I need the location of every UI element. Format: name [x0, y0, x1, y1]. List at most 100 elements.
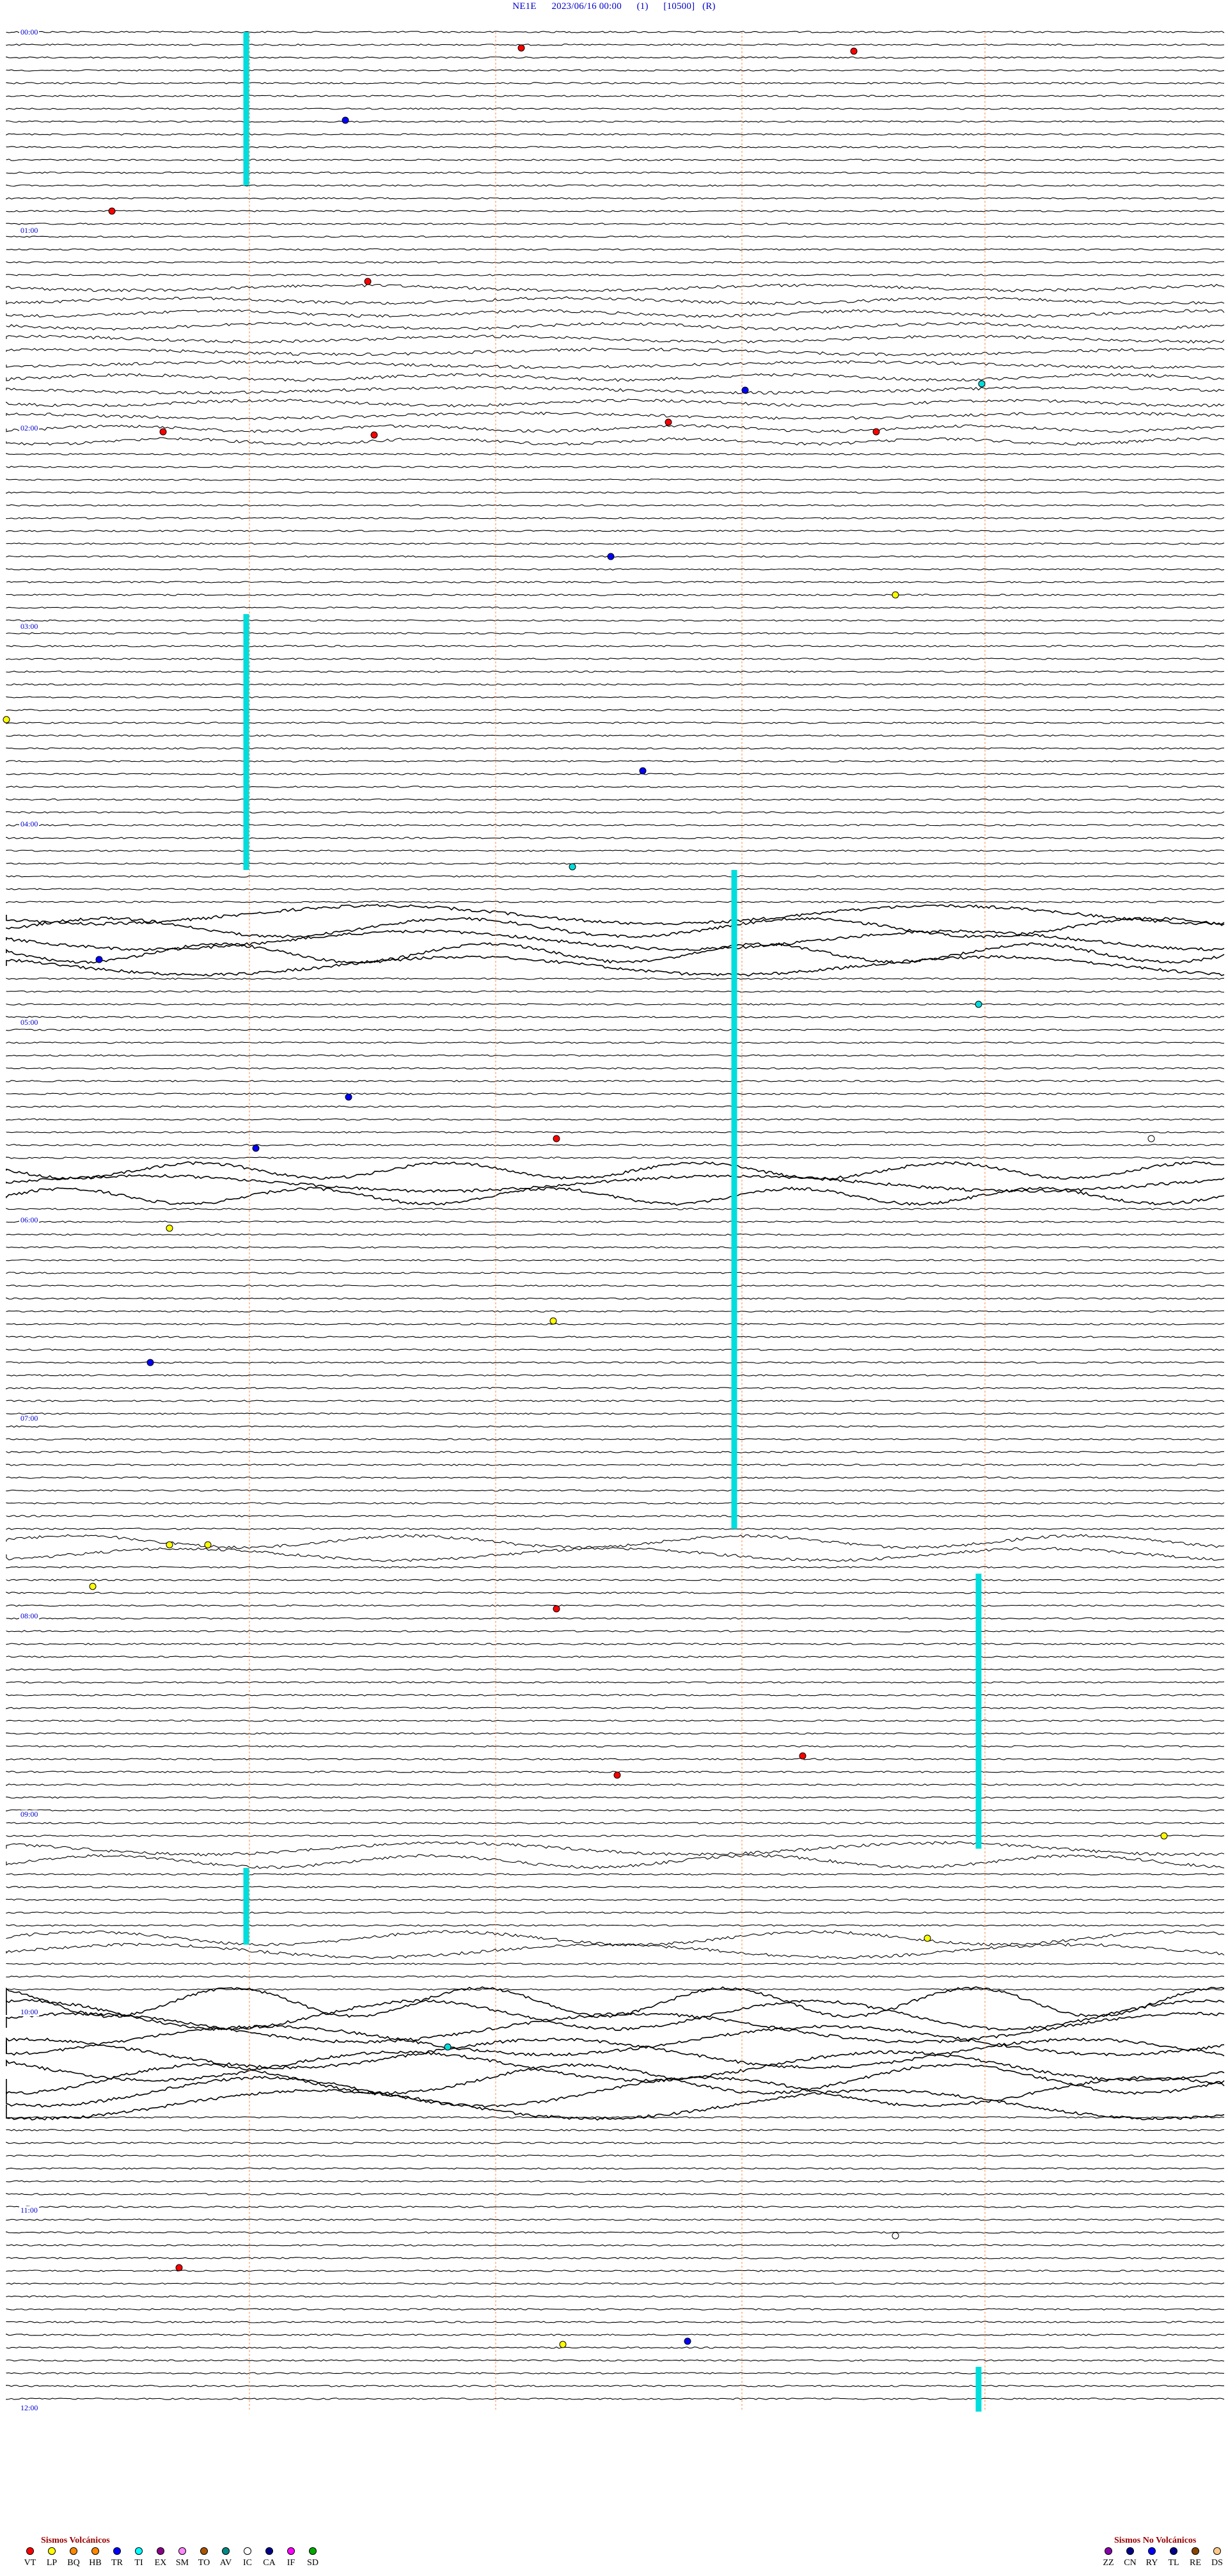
event-marker: [872, 428, 880, 436]
trace-row: [6, 1975, 1225, 1978]
trace-row: [6, 159, 1225, 161]
hour-label: 05:00: [19, 1017, 40, 1027]
trace-row: [6, 373, 1225, 382]
trace-row: [6, 1016, 1225, 1018]
trace-row: [6, 171, 1225, 174]
trace-row: [6, 2218, 1224, 2221]
trace-row: [6, 594, 1225, 596]
trace-row: [6, 2372, 1225, 2375]
legend-code: EX: [154, 2558, 167, 2568]
event-marker: [639, 767, 647, 775]
trace-row: [6, 683, 1225, 686]
legend-item-sd: SD: [302, 2547, 324, 2568]
trace-row: [6, 875, 1225, 878]
trace-row: [6, 1093, 1225, 1095]
event-marker: [975, 1000, 982, 1008]
trace-row: [6, 734, 1225, 737]
hour-label: 12:00: [19, 2403, 40, 2412]
trace-row: [6, 1592, 1225, 1594]
legend-dot-icon: [113, 2547, 121, 2555]
legend-item-vt: VT: [19, 2547, 41, 2568]
event-marker: [175, 2264, 183, 2272]
trace-row: [6, 606, 1225, 609]
trace-row: [6, 184, 1225, 187]
event-marker: [252, 1144, 260, 1152]
trace-row: [6, 1131, 1225, 1134]
trace-row: [6, 235, 1225, 238]
trace-row: [6, 1272, 1225, 1274]
legend-code: AV: [219, 2558, 232, 2568]
legend-code: RE: [1190, 2558, 1201, 2568]
trace-row: [6, 1374, 1225, 1377]
trace-row: [6, 1246, 1225, 1249]
legend-item-re: RE: [1185, 2547, 1206, 2568]
legend-dot-icon: [287, 2547, 295, 2555]
trace-row: [6, 760, 1225, 763]
legend-code: CN: [1124, 2558, 1137, 2568]
trace-layer: [6, 31, 1225, 2412]
trace-row: [6, 530, 1225, 532]
trace-row: [6, 146, 1225, 148]
trace-row: [6, 1310, 1225, 1313]
legend-code: CA: [263, 2558, 276, 2568]
trace-row: [6, 1854, 1225, 1869]
trace-row: [6, 1643, 1225, 1645]
trace-row: [6, 1476, 1225, 1479]
legend-item-ti: TI: [128, 2547, 150, 2568]
trace-row: [6, 283, 1225, 292]
trace-row: [6, 1400, 1225, 1402]
trace-row: [6, 1041, 1225, 1044]
trace-row: [6, 2308, 1224, 2311]
event-marker: [108, 207, 116, 215]
event-marker: [569, 863, 576, 871]
trace-row: [6, 1681, 1225, 1684]
trace-row: [6, 491, 1225, 494]
trace-row: [6, 2398, 1225, 2400]
trace-row: [6, 2321, 1225, 2323]
trace-row: [6, 1617, 1225, 1620]
legend-code: BQ: [67, 2558, 80, 2568]
trace-row: [6, 411, 1225, 420]
trace-row: [6, 1942, 1225, 1959]
event-marker: [342, 116, 349, 124]
trace-row: [6, 478, 1225, 481]
trace-row: [6, 1054, 1225, 1057]
hour-label: 00:00: [19, 28, 40, 36]
trace-row: [6, 2257, 1225, 2259]
legend-code: IC: [243, 2558, 252, 2568]
trace-row: [6, 1348, 1225, 1351]
trace-row: [6, 747, 1225, 750]
event-marker: [613, 1771, 621, 1779]
event-marker: [166, 1541, 173, 1549]
legend-item-ca: CA: [258, 2547, 280, 2568]
legend-dot-icon: [309, 2547, 317, 2555]
trace-row: [6, 1783, 1225, 1787]
legend-dot-icon: [200, 2547, 208, 2555]
trace-row: [6, 2206, 1225, 2208]
event-marker: [553, 1135, 560, 1142]
event-marker: [892, 591, 899, 599]
legend-dot-icon: [1170, 2547, 1177, 2555]
trace-row: [6, 798, 1225, 801]
hour-label: 06:00: [19, 1215, 40, 1224]
event-marker: [159, 428, 167, 436]
trace-row: [6, 56, 1225, 59]
trace-row: [6, 309, 1225, 318]
trace-row: [6, 568, 1225, 571]
hour-label: 08:00: [19, 1611, 40, 1620]
trace-row: [6, 437, 1225, 446]
trace-row: [6, 1835, 1225, 1837]
legend-code: DS: [1211, 2558, 1223, 2568]
legend-code: HB: [89, 2558, 102, 2568]
legend-dot-icon: [1105, 2547, 1112, 2555]
legend-dot-icon: [91, 2547, 99, 2555]
legend-dot-icon: [1213, 2547, 1221, 2555]
legend-item-cn: CN: [1119, 2547, 1141, 2568]
hour-label-column: 00:00 01:00 02:00 03:00 04:00 05:00 06:00 07:00…: [0, 0, 77, 2431]
legend-item-hb: HB: [84, 2547, 106, 2568]
trace-row: [6, 1822, 1225, 1824]
trace-row: [6, 1694, 1225, 1696]
legend-code: SM: [175, 2558, 189, 2568]
legend-dot-icon: [222, 2547, 230, 2555]
trace-row: [6, 69, 1225, 72]
